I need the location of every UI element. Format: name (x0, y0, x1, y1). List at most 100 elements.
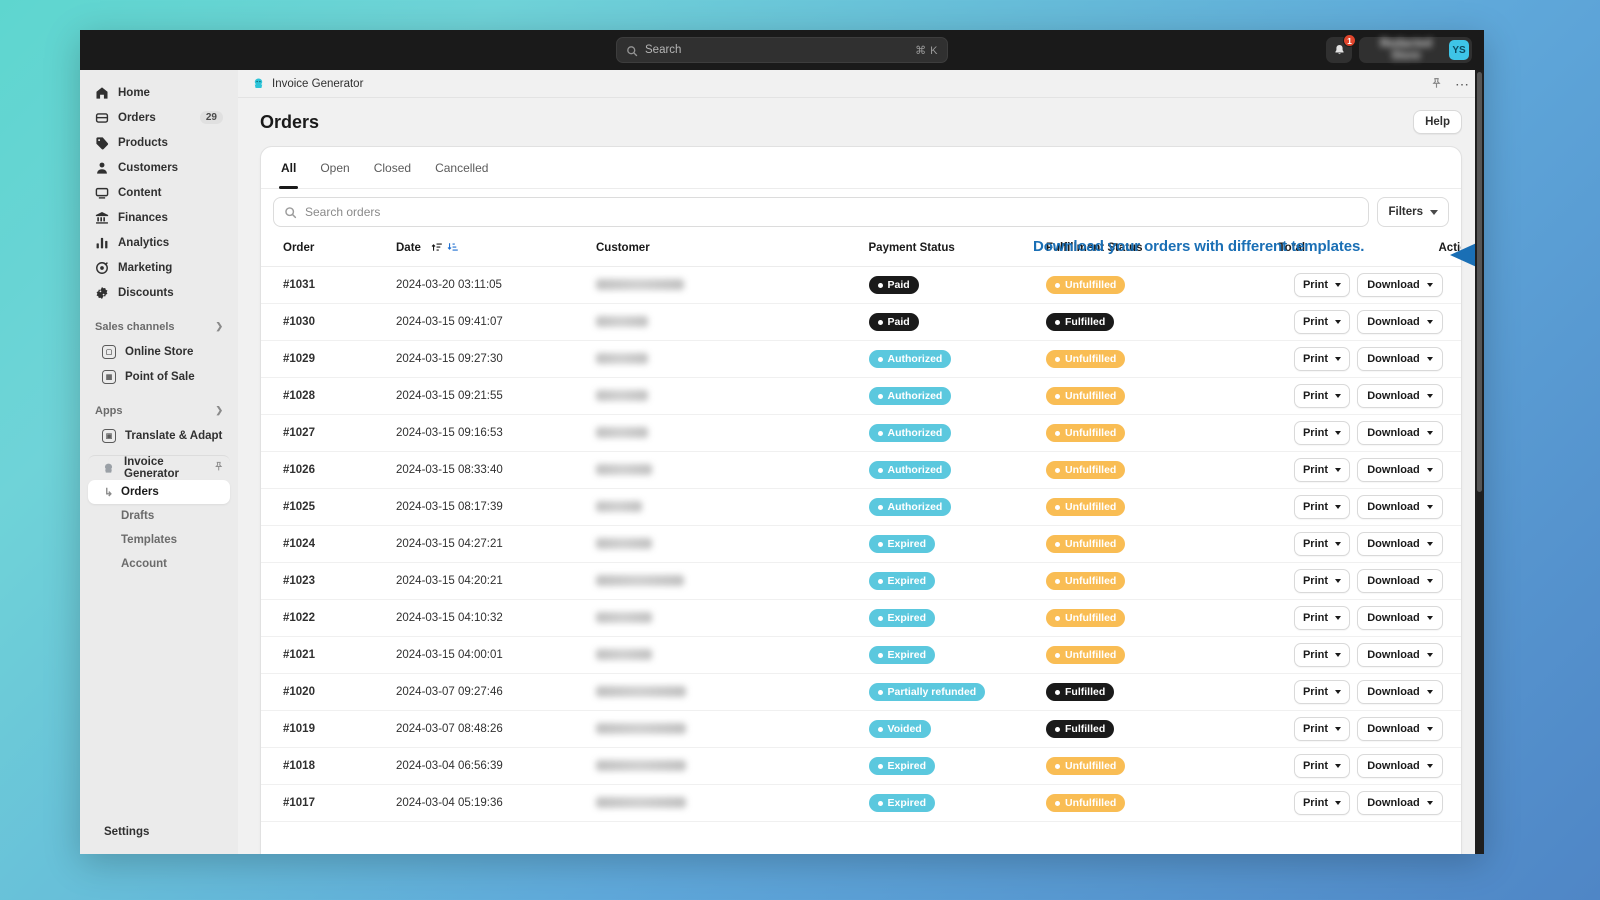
download-button[interactable]: Download (1357, 680, 1443, 704)
download-button[interactable]: Download (1357, 791, 1443, 815)
print-button[interactable]: Print (1294, 347, 1350, 371)
sidebar-item-marketing[interactable]: Marketing (88, 255, 230, 280)
print-button[interactable]: Print (1294, 754, 1350, 778)
sort-controls[interactable] (431, 241, 459, 253)
print-button[interactable]: Print (1294, 717, 1350, 741)
tab-cancelled[interactable]: Cancelled (423, 147, 500, 189)
download-button[interactable]: Download (1357, 421, 1443, 445)
sidebar-item-point-of-sale[interactable]: ▦ Point of Sale (88, 364, 230, 389)
sidebar-item-settings[interactable]: Settings (88, 819, 230, 850)
store-switcher[interactable]: Redacted Store YS (1359, 37, 1472, 63)
print-button[interactable]: Print (1294, 680, 1350, 704)
cell-payment-status: Authorized (868, 414, 1046, 452)
download-button[interactable]: Download (1357, 273, 1443, 297)
sidebar-item-home[interactable]: Home (88, 80, 230, 105)
download-button[interactable]: Download (1357, 643, 1443, 667)
sidebar-item-online-store[interactable]: ▢ Online Store (88, 339, 230, 364)
column-header-customer[interactable]: Customer (596, 235, 869, 267)
column-header-date[interactable]: Date (396, 235, 596, 267)
cell-payment-status: Paid (868, 303, 1046, 341)
notifications-button[interactable]: 1 (1326, 34, 1356, 63)
pin-icon[interactable] (1430, 77, 1443, 90)
table-row[interactable]: #1017 2024-03-04 05:19:36 Expired Unfulfill… (261, 784, 1461, 822)
print-button[interactable]: Print (1294, 643, 1350, 667)
sidebar-item-invoice-generator[interactable]: Invoice Generator (88, 455, 230, 480)
sidebar-item-drafts[interactable]: Drafts (88, 504, 230, 528)
column-header-order[interactable]: Order (261, 235, 396, 267)
table-row[interactable]: #1027 2024-03-15 09:16:53 Authorized Unfulf… (261, 414, 1461, 452)
page-title: Orders (260, 111, 320, 132)
tab-closed[interactable]: Closed (362, 147, 423, 189)
print-label: Print (1302, 501, 1329, 513)
chevron-down-icon (1335, 579, 1342, 583)
table-row[interactable]: #10192024-03-07 08:48:26VoidedFulfilled$… (261, 710, 1461, 748)
window-scrollbar-thumb[interactable] (1477, 72, 1482, 492)
table-row[interactable]: #1028 2024-03-15 09:21:55 Authorized Unfulf… (261, 377, 1461, 415)
table-row[interactable]: #1020 2024-03-07 09:27:46 Partially refund… (261, 673, 1461, 711)
sidebar-item-customers[interactable]: Customers (88, 155, 230, 180)
search-input[interactable]: Search orders (273, 197, 1370, 227)
print-button[interactable]: Print (1294, 569, 1350, 593)
table-row[interactable]: #1029 2024-03-15 09:27:30 Authorized Unfulf… (261, 340, 1461, 378)
sort-desc-icon[interactable] (447, 241, 459, 253)
sidebar-item-label: Discounts (118, 286, 174, 299)
download-button[interactable]: Download (1357, 310, 1443, 334)
global-search-input[interactable]: Search ⌘ K (616, 37, 948, 63)
tab-all[interactable]: All (269, 147, 308, 189)
download-button[interactable]: Download (1357, 495, 1443, 519)
download-button[interactable]: Download (1357, 458, 1443, 482)
sidebar-item-content[interactable]: Content (88, 180, 230, 205)
table-row[interactable]: #10312024-03-20 03:11:05PaidUnfulfilled$… (261, 266, 1461, 304)
sidebar-section-sales-channels[interactable]: Sales channels ❯ (88, 314, 230, 339)
table-row[interactable]: #1023 2024-03-15 04:20:21 Expired Unfulfill… (261, 562, 1461, 600)
window-scrollbar[interactable] (1475, 70, 1484, 854)
print-button[interactable]: Print (1294, 458, 1350, 482)
sidebar-section-apps[interactable]: Apps ❯ (88, 398, 230, 423)
print-button[interactable]: Print (1294, 495, 1350, 519)
cell-order: #1017 (261, 784, 396, 822)
sidebar-item-orders[interactable]: Orders 29 (88, 105, 230, 130)
table-row[interactable]: #10302024-03-15 09:41:07PaidFulfilled€ 8… (261, 303, 1461, 341)
tab-open[interactable]: Open (308, 147, 361, 189)
download-label: Download (1367, 686, 1420, 698)
download-button[interactable]: Download (1357, 347, 1443, 371)
cell-actions: Print Download (1294, 636, 1461, 674)
sort-asc-icon[interactable] (431, 241, 443, 253)
table-row[interactable]: #1024 2024-03-15 04:27:21 Expired Unfulfill… (261, 525, 1461, 563)
chevron-down-icon (1426, 505, 1433, 509)
sidebar-item-templates[interactable]: Templates (88, 528, 230, 552)
more-options-icon[interactable]: ⋯ (1455, 77, 1470, 91)
download-button[interactable]: Download (1357, 569, 1443, 593)
print-button[interactable]: Print (1294, 421, 1350, 445)
pin-icon[interactable] (213, 461, 224, 475)
table-row[interactable]: #1018 2024-03-04 06:56:39 Expired Unfulfill… (261, 747, 1461, 785)
download-button[interactable]: Download (1357, 532, 1443, 556)
download-button[interactable]: Download (1357, 606, 1443, 630)
sidebar-item-discounts[interactable]: Discounts (88, 280, 230, 305)
print-button[interactable]: Print (1294, 273, 1350, 297)
sidebar-item-translate-adapt[interactable]: ▣ Translate & Adapt (88, 423, 230, 448)
print-button[interactable]: Print (1294, 606, 1350, 630)
help-button[interactable]: Help (1413, 110, 1462, 134)
filters-button[interactable]: Filters (1377, 197, 1449, 227)
print-button[interactable]: Print (1294, 310, 1350, 334)
sidebar-item-finances[interactable]: Finances (88, 205, 230, 230)
table-row[interactable]: #1022 2024-03-15 04:10:32 Expired Unfulfill… (261, 599, 1461, 637)
print-button[interactable]: Print (1294, 384, 1350, 408)
customer-name-redacted (596, 612, 652, 624)
download-button[interactable]: Download (1357, 717, 1443, 741)
print-button[interactable]: Print (1294, 791, 1350, 815)
print-button[interactable]: Print (1294, 532, 1350, 556)
sidebar-item-account[interactable]: Account (88, 552, 230, 576)
column-header-payment[interactable]: Payment Status (868, 235, 1046, 267)
table-row[interactable]: #1025 2024-03-15 08:17:39 Authorized Unfulf… (261, 488, 1461, 526)
cell-actions: Print Download (1294, 599, 1461, 637)
sidebar-item-products[interactable]: Products (88, 130, 230, 155)
cell-date: 2024-03-07 09:27:46 (396, 673, 596, 711)
sidebar-item-orders-child[interactable]: ↳ Orders (88, 480, 230, 504)
table-row[interactable]: #1026 2024-03-15 08:33:40 Authorized Unfulf… (261, 451, 1461, 489)
download-button[interactable]: Download (1357, 384, 1443, 408)
sidebar-item-analytics[interactable]: Analytics (88, 230, 230, 255)
download-button[interactable]: Download (1357, 754, 1443, 778)
table-row[interactable]: #1021 2024-03-15 04:00:01 Expired Unfulfill… (261, 636, 1461, 674)
